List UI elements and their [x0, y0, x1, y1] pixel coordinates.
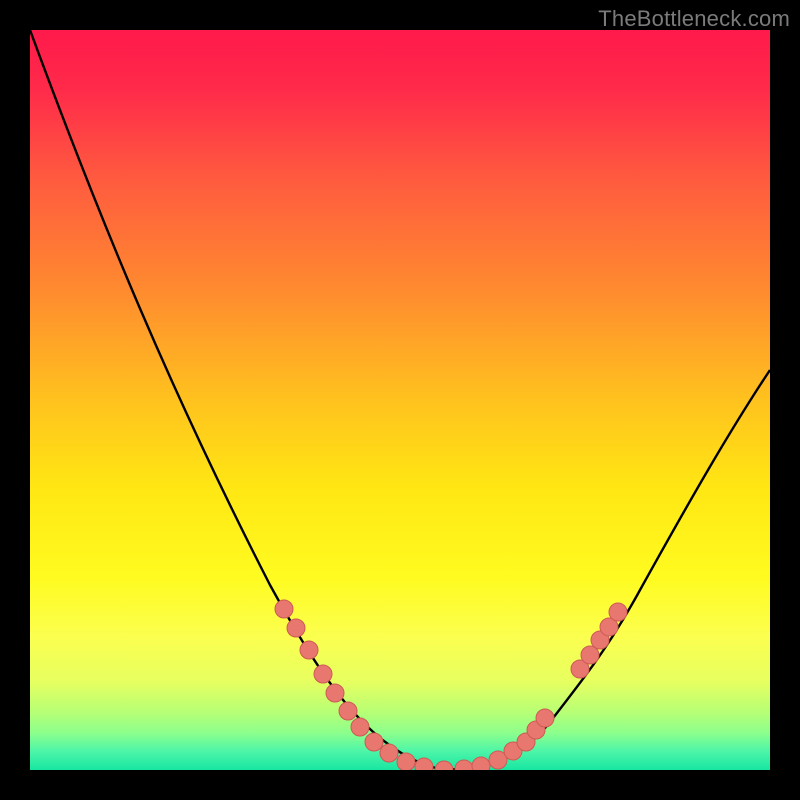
- watermark-text: TheBottleneck.com: [598, 6, 790, 32]
- background-gradient: [30, 30, 770, 770]
- chart-plot-area: [30, 30, 770, 770]
